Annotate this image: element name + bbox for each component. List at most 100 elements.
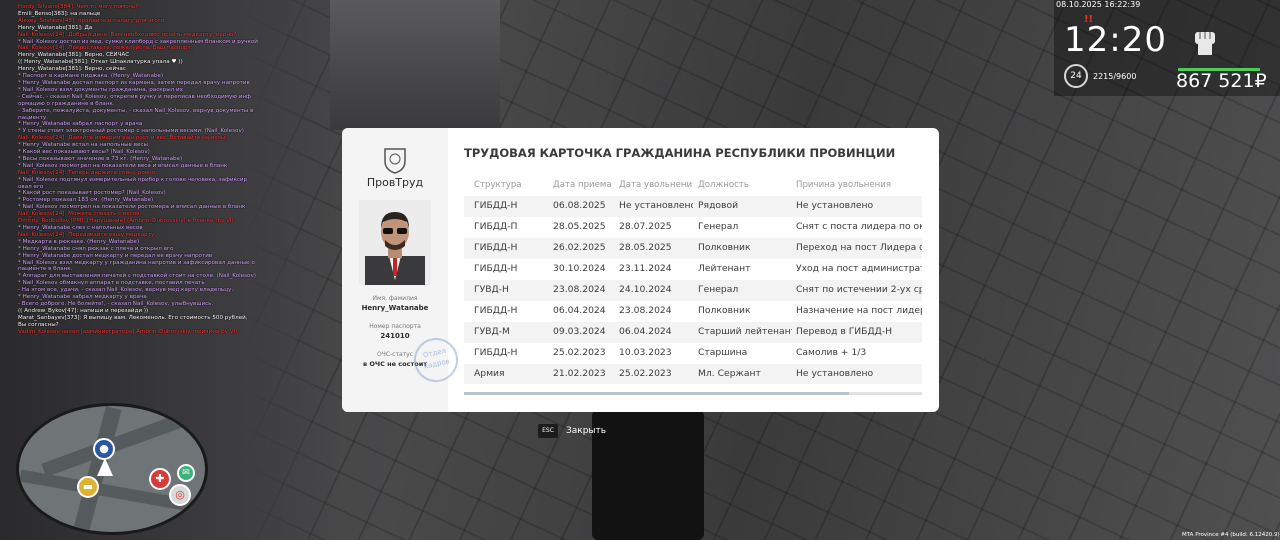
chat-line: Nail_Kolesov[24]: Теперь держите спину р… xyxy=(18,169,157,176)
chat-line: * Медкарта в рюкзаке. (Henry_Watanabe) xyxy=(18,238,140,245)
table-cell: ГУВД-М xyxy=(474,326,510,337)
table-cell: 09.03.2024 xyxy=(553,326,606,337)
table-cell: Старший лейтенант xyxy=(698,326,792,337)
card-profile-panel: ПровТруд Имя, фамилия Henry_Watanabe Ном… xyxy=(342,128,463,412)
table-cell: 30.10.2024 xyxy=(553,263,606,274)
table-header: Структура Дата приема Дата увольнения Должн… xyxy=(464,176,922,196)
player-arrow-icon xyxy=(97,458,113,476)
chat-line: Nail_Kolesov[24]: Давайте измерим ваш ро… xyxy=(18,135,228,142)
table-row[interactable]: ГИБДД-Н 25.02.2023 10.03.2023 Старшина Самол… xyxy=(464,343,922,364)
emblem-icon xyxy=(384,148,406,174)
column-header: Причина увольнения xyxy=(796,180,892,190)
chat-line: Dmitriy_Redbullov [PM]: [Нарушение] (Amb… xyxy=(18,218,234,225)
build-info: MTA Province #4 (build: 6.12420.9) xyxy=(1182,532,1280,538)
minimap: ✚ ▬ ◎ ● ✉ xyxy=(16,403,208,535)
hud-datetime: 08.10.2025 16:22:39 xyxy=(1056,0,1141,9)
fist-icon xyxy=(1195,32,1215,55)
chat-line: Alexey_Soshkov[43]: пройдите в палату дл… xyxy=(18,17,165,24)
name-label: Имя, фамилия xyxy=(372,295,418,302)
org-name: ПровТруд xyxy=(366,176,424,189)
chat-line: (( Henry_Watanabe[381]: Откат Шпаклатурк… xyxy=(18,59,183,66)
table-cell: Самолив + 1/3 xyxy=(796,347,867,358)
chat-line: * Аппарат для выставления печатей с подс… xyxy=(18,273,256,280)
chat-line: Вы согласны? xyxy=(18,321,59,328)
chat-line: пациенте в бланк. xyxy=(18,266,73,273)
table-cell: Полковник xyxy=(698,305,751,316)
table-cell: 06.04.2024 xyxy=(619,326,672,337)
employment-table[interactable]: Структура Дата приема Дата увольнения Должн… xyxy=(464,176,922,384)
table-cell: ГИБДД-П xyxy=(474,221,518,232)
table-cell: 28.05.2025 xyxy=(619,242,672,253)
chat-line: * Henry_Watanabe забрал паспорт у врача xyxy=(18,121,143,128)
table-row[interactable]: ГИБДД-Н 06.04.2024 23.08.2024 Полковник Назн… xyxy=(464,301,922,322)
chat-line: * Henry_Watanabe слез с напольных весов xyxy=(18,225,143,231)
chat-line: Henry_Watanabe[381]: Да xyxy=(18,24,93,31)
chat-line: * Henry_Watanabe встал на напольные весы xyxy=(18,142,148,149)
chat-log: Hardy_Silvano[384]: Чем то могу помочь? E… xyxy=(18,4,278,336)
chat-line: Nail_Kolesov[24]: Добрый день. Вам необх… xyxy=(18,31,237,38)
chat-line: овал его xyxy=(18,183,44,190)
hospital-blip-icon: ✚ xyxy=(149,468,171,490)
table-row[interactable]: ГИБДД-Н 06.08.2025 Не установлено Рядовой Не… xyxy=(464,196,922,217)
table-cell: 10.03.2023 xyxy=(619,347,672,358)
table-row[interactable]: ГУВД-Н 23.08.2024 24.10.2024 Генерал Снят по… xyxy=(464,280,922,301)
horizontal-scrollbar[interactable] xyxy=(464,392,922,395)
chat-line: * Какой вес показывают весы? (Nail_Koles… xyxy=(18,149,150,156)
close-button[interactable]: Закрыть xyxy=(566,426,606,436)
table-cell: 23.11.2024 xyxy=(619,263,672,274)
chat-blip-icon: ✉ xyxy=(177,464,195,482)
chat-line: * Какой рост показывает ростомер? (Nail_… xyxy=(18,190,166,197)
column-header: Должность xyxy=(698,180,749,190)
table-cell: 21.02.2023 xyxy=(553,368,606,379)
level-badge: 24 xyxy=(1064,64,1088,88)
chat-line: * Nail_Kolesov обмакнул аппарат в подста… xyxy=(18,280,205,287)
target-blip-icon: ◎ xyxy=(169,484,191,506)
table-cell: 28.07.2025 xyxy=(619,221,672,232)
passport-label: Номер паспорта xyxy=(369,323,421,330)
chat-line: * Henry_Watanabe забрал медкарту у врача xyxy=(18,294,147,301)
table-row[interactable]: ГИБДД-Н 26.02.2025 28.05.2025 Полковник Пере… xyxy=(464,238,922,259)
table-row[interactable]: ГИБДД-Н 30.10.2024 23.11.2024 Лейтенант Уход… xyxy=(464,259,922,280)
table-row[interactable]: ГИБДД-П 28.05.2025 28.07.2025 Генерал Снят с… xyxy=(464,217,922,238)
table-cell: Снят по истечении 2-ух сроков xyxy=(796,284,922,295)
table-cell: 23.08.2024 xyxy=(619,305,672,316)
player-character xyxy=(592,410,704,540)
chat-line: - Сейчас, - сказал Nail_Kolesov, открепи… xyxy=(18,93,251,100)
chat-line: * Henry_Watanabe снял рюкзак с плеча и о… xyxy=(18,245,174,252)
table-cell: Лейтенант xyxy=(698,263,751,274)
chat-line: * Весы показывают значение в 73 кг. (Hen… xyxy=(18,155,183,162)
chat-line: - Заберите, пожалуйста, документы, - ска… xyxy=(18,107,254,114)
table-cell: 24.10.2024 xyxy=(619,284,672,295)
chat-line: Nail_Kolesov[24]: Передавайте вашу медка… xyxy=(18,231,157,238)
esc-key-hint[interactable]: ESC xyxy=(538,424,558,438)
police-blip-icon: ● xyxy=(93,438,115,460)
chat-line: Emili_Benso[383]: на пальце xyxy=(18,10,101,17)
table-cell: 25.02.2023 xyxy=(619,368,672,379)
scrollbar-thumb[interactable] xyxy=(464,392,849,395)
card-title: ТРУДОВАЯ КАРТОЧКА ГРАЖДАНИНА РЕСПУБЛИКИ … xyxy=(464,146,896,160)
money-counter: 867 521₽ xyxy=(1176,70,1267,92)
table-cell: ГИБДД-Н xyxy=(474,305,518,316)
chat-line: * Nail_Kolesov взял документы гражданина… xyxy=(18,86,183,93)
work-card-dialog: ПровТруд Имя, фамилия Henry_Watanabe Ном… xyxy=(342,128,939,412)
table-cell: 26.02.2025 xyxy=(553,242,606,253)
chat-line: Nail_Kolesov[24]: Предоставьте, пожалуйс… xyxy=(18,45,193,52)
chat-line: * Henry_Watanabe достал паспорт из карма… xyxy=(18,79,250,86)
table-row[interactable]: Армия 21.02.2023 25.02.2023 Мл. Сержант Не у… xyxy=(464,364,922,384)
chat-line: Hardy_Silvano[384]: Чем то могу помочь? xyxy=(18,4,139,10)
chat-line: * Henry_Watanabe достал медкарту и перед… xyxy=(18,252,213,259)
table-cell: ГУВД-Н xyxy=(474,284,509,295)
table-cell: Не установлено xyxy=(796,200,874,211)
table-cell: 06.08.2025 xyxy=(553,200,606,211)
table-row[interactable]: ГУВД-М 09.03.2024 06.04.2024 Старший лейтен… xyxy=(464,322,922,343)
chat-line: пациенту. xyxy=(18,114,48,121)
citizen-name: Henry_Watanabe xyxy=(361,304,429,312)
chat-line: * Nail_Kolesov достал из мед. сумки клип… xyxy=(18,38,258,45)
table-cell: Перевод в ГИБДД-Н xyxy=(796,326,893,337)
column-header: Дата увольнения xyxy=(619,180,693,190)
table-cell: Рядовой xyxy=(698,200,739,211)
table-cell: Полковник xyxy=(698,242,751,253)
table-cell: ГИБДД-Н xyxy=(474,242,518,253)
column-header: Структура xyxy=(474,180,522,190)
chat-line: - На этом все, удачи, - сказал Nail_Kole… xyxy=(18,287,234,294)
